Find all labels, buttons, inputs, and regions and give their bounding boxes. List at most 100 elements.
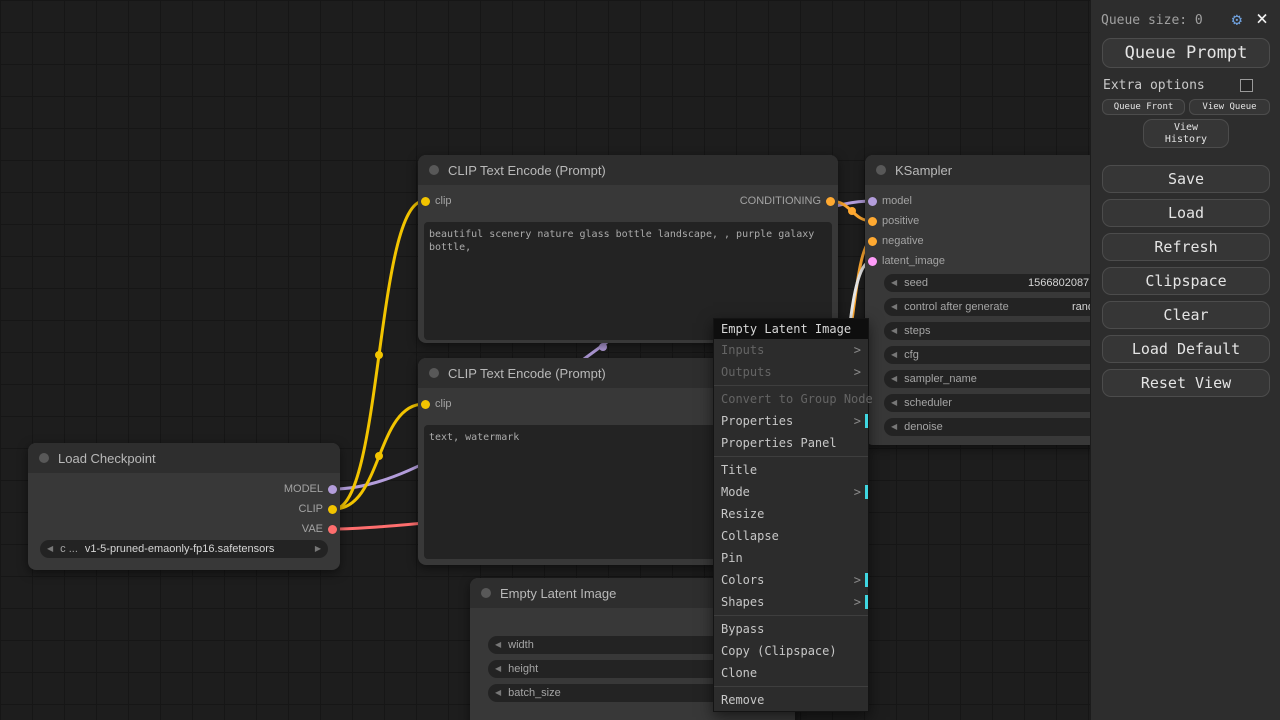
reset-view-button[interactable]: Reset View [1102, 369, 1270, 397]
menu-separator [714, 615, 868, 616]
input-slot-positive: positive [865, 211, 919, 231]
slot-dot-conditioning[interactable] [868, 237, 877, 246]
slot-dot-model[interactable] [328, 485, 337, 494]
menu-item-outputs: Outputs > [714, 361, 868, 383]
node-clip-text-encode-1[interactable]: CLIP Text Encode (Prompt) clip CONDITION… [418, 155, 838, 343]
menu-item-label: Mode [721, 485, 750, 499]
clear-button[interactable]: Clear [1102, 301, 1270, 329]
queue-front-button[interactable]: Queue Front [1102, 99, 1185, 115]
slot-dot-latent[interactable] [868, 257, 877, 266]
output-slot-clip: CLIP [299, 499, 340, 519]
widget-label: steps [904, 325, 930, 337]
input-slot-negative: negative [865, 231, 924, 251]
widget-label: width [508, 639, 534, 651]
extra-options-checkbox[interactable] [1240, 79, 1253, 92]
menu-item-clone[interactable]: Clone [714, 662, 868, 684]
ckpt-name-widget[interactable]: ◀ c ... v1-5-pruned-emaonly-fp16.safeten… [40, 540, 328, 558]
node-load-checkpoint[interactable]: Load Checkpoint MODEL CLIP VAE ◀ c ... v… [28, 443, 340, 570]
menu-item-properties-panel[interactable]: Properties Panel [714, 432, 868, 454]
widget-label: batch_size [508, 687, 561, 699]
slot-label: CLIP [299, 503, 323, 515]
menu-item-bypass[interactable]: Bypass [714, 618, 868, 640]
clipspace-button[interactable]: Clipspace [1102, 267, 1270, 295]
close-icon[interactable]: × [1256, 6, 1268, 30]
menu-item-copy-clipspace[interactable]: Copy (Clipspace) [714, 640, 868, 662]
left-arrow-icon[interactable]: ◀ [891, 298, 897, 316]
menu-separator [714, 456, 868, 457]
slot-label: clip [435, 398, 452, 410]
save-button[interactable]: Save [1102, 165, 1270, 193]
link-midpoint-dot [599, 343, 607, 351]
slot-dot-conditioning[interactable] [826, 197, 835, 206]
queue-prompt-button[interactable]: Queue Prompt [1102, 38, 1270, 68]
submenu-accent-bar [865, 573, 868, 587]
widget-label: cfg [904, 349, 919, 361]
left-arrow-icon[interactable]: ◀ [495, 636, 501, 654]
submenu-accent-bar [865, 485, 868, 499]
link-midpoint-dot [375, 351, 383, 359]
menu-item-resize[interactable]: Resize [714, 503, 868, 525]
collapse-dot-icon[interactable] [481, 588, 491, 598]
refresh-button[interactable]: Refresh [1102, 233, 1270, 261]
load-button[interactable]: Load [1102, 199, 1270, 227]
node-title-bar[interactable]: CLIP Text Encode (Prompt) [418, 155, 838, 185]
slot-label: MODEL [284, 483, 323, 495]
menu-item-convert-to-group-node: Convert to Group Node [714, 388, 868, 410]
submenu-accent-bar [865, 414, 868, 428]
slot-dot-vae[interactable] [328, 525, 337, 534]
collapse-dot-icon[interactable] [429, 165, 439, 175]
slot-label: latent_image [882, 255, 945, 267]
left-arrow-icon[interactable]: ◀ [891, 346, 897, 364]
left-arrow-icon[interactable]: ◀ [495, 660, 501, 678]
slot-dot-clip[interactable] [421, 197, 430, 206]
slot-dot-conditioning[interactable] [868, 217, 877, 226]
output-slot-model: MODEL [284, 479, 340, 499]
slot-dot-model[interactable] [868, 197, 877, 206]
menu-item-shapes[interactable]: Shapes > [714, 591, 868, 613]
slot-label: negative [882, 235, 924, 247]
slot-label: VAE [302, 523, 323, 535]
menu-item-label: Remove [721, 693, 764, 707]
collapse-dot-icon[interactable] [39, 453, 49, 463]
menu-item-colors[interactable]: Colors > [714, 569, 868, 591]
left-arrow-icon[interactable]: ◀ [891, 394, 897, 412]
menu-item-title[interactable]: Title [714, 459, 868, 481]
widget-label: control after generate [904, 301, 1009, 313]
left-arrow-icon[interactable]: ◀ [495, 684, 501, 702]
slot-dot-clip[interactable] [421, 400, 430, 409]
left-arrow-icon[interactable]: ◀ [47, 540, 53, 558]
menu-separator [714, 385, 868, 386]
left-arrow-icon[interactable]: ◀ [891, 322, 897, 340]
menu-item-label: Title [721, 463, 757, 477]
slot-dot-clip[interactable] [328, 505, 337, 514]
settings-gear-icon[interactable]: ⚙ [1232, 10, 1242, 30]
node-title-bar[interactable]: Load Checkpoint [28, 443, 340, 473]
view-queue-button[interactable]: View Queue [1189, 99, 1270, 115]
menu-item-mode[interactable]: Mode > [714, 481, 868, 503]
menu-item-pin[interactable]: Pin [714, 547, 868, 569]
collapse-dot-icon[interactable] [429, 368, 439, 378]
left-arrow-icon[interactable]: ◀ [891, 274, 897, 292]
context-menu-title: Empty Latent Image [714, 319, 868, 339]
left-arrow-icon[interactable]: ◀ [891, 370, 897, 388]
view-history-button[interactable]: View History [1143, 119, 1229, 148]
collapse-dot-icon[interactable] [876, 165, 886, 175]
right-arrow-icon[interactable]: ▶ [315, 540, 321, 558]
menu-item-label: Convert to Group Node [721, 392, 873, 406]
node-title: KSampler [895, 163, 952, 178]
submenu-arrow-icon: > [854, 569, 861, 591]
menu-item-label: Inputs [721, 343, 764, 357]
left-arrow-icon[interactable]: ◀ [891, 418, 897, 436]
slot-label: CONDITIONING [740, 195, 821, 207]
submenu-arrow-icon: > [854, 361, 861, 383]
menu-item-properties[interactable]: Properties > [714, 410, 868, 432]
menu-item-collapse[interactable]: Collapse [714, 525, 868, 547]
widget-label: denoise [904, 421, 943, 433]
widget-value: 1566802087 [1028, 277, 1089, 289]
view-history-label: View History [1158, 122, 1214, 146]
load-default-button[interactable]: Load Default [1102, 335, 1270, 363]
menu-item-remove[interactable]: Remove [714, 689, 868, 711]
node-canvas[interactable]: Load Checkpoint MODEL CLIP VAE ◀ c ... v… [0, 0, 1280, 720]
queue-size-label: Queue size: 0 [1101, 13, 1203, 28]
menu-item-label: Colors [721, 573, 764, 587]
